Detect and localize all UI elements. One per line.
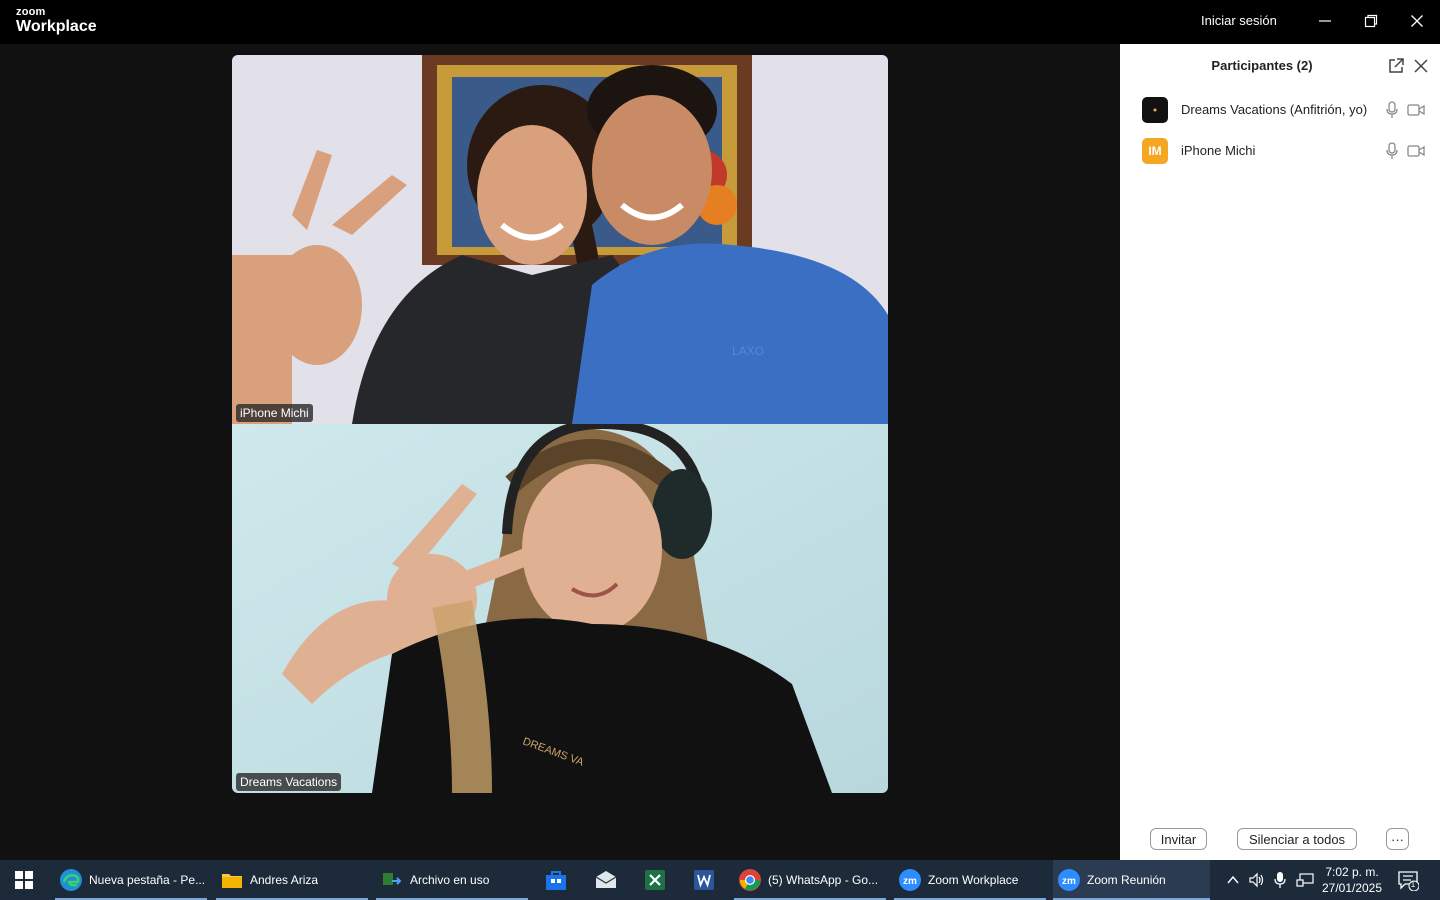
- participants-panel: Participantes (2) Dreams Vacations (Anfi…: [1120, 44, 1440, 860]
- excel-icon: [645, 870, 665, 890]
- avatar: [1142, 97, 1168, 123]
- video-camera-icon[interactable]: [1407, 102, 1425, 118]
- chevron-up-icon: [1227, 875, 1239, 884]
- sign-in-link[interactable]: Iniciar sesión: [1201, 13, 1277, 28]
- microphone-icon[interactable]: [1385, 142, 1399, 160]
- video-camera-icon[interactable]: [1407, 143, 1425, 159]
- taskbar-pinned-excel[interactable]: [643, 868, 667, 892]
- edge-icon: [59, 868, 83, 892]
- network-button[interactable]: [1293, 868, 1317, 892]
- taskbar-item-explorer[interactable]: Andres Ariza: [216, 860, 368, 900]
- restore-button[interactable]: [1357, 8, 1385, 34]
- taskbar-pinned-store[interactable]: [544, 868, 568, 892]
- participant-video-label: iPhone Michi: [236, 404, 313, 422]
- video-tile-dreams-vacations[interactable]: DREAMS VA Dreams Vacations: [232, 424, 888, 793]
- clock-time: 7:02 p. m.: [1325, 865, 1379, 879]
- participants-panel-title: Participantes (2): [1211, 58, 1313, 73]
- svg-text:zm: zm: [903, 876, 917, 887]
- video-stage: LAXO iPhone Michi DREAMS VA Dreams Vacat…: [0, 44, 1120, 860]
- participant-name: iPhone Michi: [1181, 143, 1256, 158]
- mute-all-button[interactable]: Silenciar a todos: [1237, 828, 1357, 850]
- folder-icon: [220, 868, 244, 892]
- speaker-icon: [1249, 872, 1264, 888]
- taskbar-item-file-in-use[interactable]: Archivo en uso: [376, 860, 528, 900]
- start-button[interactable]: [12, 868, 36, 892]
- taskbar-pinned-word[interactable]: [692, 868, 716, 892]
- volume-button[interactable]: [1245, 868, 1269, 892]
- invite-button[interactable]: Invitar: [1150, 828, 1207, 850]
- notification-count: 1: [1410, 880, 1416, 889]
- taskbar-item-label: Zoom Reunión: [1087, 873, 1166, 887]
- minimize-icon: [1319, 20, 1331, 22]
- windows-logo-icon: [15, 871, 33, 889]
- title-bar: zoom Workplace Iniciar sesión: [0, 0, 1440, 44]
- logo-zoom-text: zoom: [16, 6, 46, 18]
- participant-video-label: Dreams Vacations: [236, 773, 342, 791]
- show-hidden-icons-button[interactable]: [1221, 868, 1245, 892]
- minimize-button[interactable]: [1311, 8, 1339, 34]
- notifications-button[interactable]: 1: [1396, 868, 1420, 892]
- windows-taskbar: Nueva pestaña - Pe... Andres Ariza Archi…: [0, 860, 1440, 900]
- close-panel-button[interactable]: [1412, 57, 1430, 75]
- participant-row[interactable]: IM iPhone Michi: [1120, 133, 1440, 169]
- participant-name: Dreams Vacations (Anfitrión, yo): [1181, 102, 1368, 117]
- taskbar-item-label: Zoom Workplace: [928, 873, 1019, 887]
- microphone-icon[interactable]: [1385, 101, 1399, 119]
- clock-date: 27/01/2025: [1321, 881, 1383, 895]
- close-window-button[interactable]: [1403, 8, 1431, 34]
- taskbar-item-zoom-workplace[interactable]: zm Zoom Workplace: [894, 860, 1046, 900]
- restore-icon: [1364, 14, 1378, 28]
- participant-row[interactable]: Dreams Vacations (Anfitrión, yo): [1120, 92, 1440, 128]
- mail-icon: [595, 871, 617, 888]
- close-icon: [1411, 15, 1423, 27]
- chrome-icon: [738, 868, 762, 892]
- taskbar-pinned-mail[interactable]: [594, 868, 618, 892]
- word-icon: [694, 870, 714, 890]
- logo-workplace-text: Workplace: [16, 18, 97, 35]
- svg-text:zm: zm: [1062, 876, 1076, 887]
- taskbar-item-label: Andres Ariza: [250, 873, 319, 887]
- more-options-button[interactable]: ···: [1386, 828, 1409, 850]
- taskbar-item-chrome[interactable]: (5) WhatsApp - Go...: [734, 860, 886, 900]
- taskbar-item-edge[interactable]: Nueva pestaña - Pe...: [55, 860, 207, 900]
- taskbar-item-zoom-meeting[interactable]: zm Zoom Reunión: [1053, 860, 1210, 900]
- store-icon: [546, 871, 566, 890]
- zoom-icon: zm: [1057, 868, 1081, 892]
- zoom-workplace-logo: zoom Workplace: [16, 7, 97, 35]
- video-feed-image: DREAMS VA: [232, 424, 888, 793]
- taskbar-item-label: (5) WhatsApp - Go...: [768, 873, 879, 887]
- video-feed-image: LAXO: [232, 55, 888, 424]
- avatar: IM: [1142, 138, 1168, 164]
- pop-out-icon: [1389, 58, 1404, 73]
- pop-out-button[interactable]: [1387, 57, 1405, 75]
- network-icon: [1296, 873, 1314, 887]
- participants-panel-footer: Invitar Silenciar a todos ···: [1120, 810, 1440, 860]
- system-clock[interactable]: 7:02 p. m. 27/01/2025: [1318, 864, 1386, 896]
- logo-avatar-icon: [1153, 108, 1157, 112]
- taskbar-item-label: Archivo en uso: [410, 873, 490, 887]
- microphone-tray-button[interactable]: [1268, 868, 1292, 892]
- microphone-icon: [1274, 872, 1286, 888]
- video-tile-iphone-michi[interactable]: LAXO iPhone Michi: [232, 55, 888, 424]
- close-icon: [1414, 59, 1428, 73]
- file-move-icon: [380, 868, 404, 892]
- zoom-icon: zm: [898, 868, 922, 892]
- taskbar-item-label: Nueva pestaña - Pe...: [89, 873, 206, 887]
- svg-text:LAXO: LAXO: [732, 344, 764, 358]
